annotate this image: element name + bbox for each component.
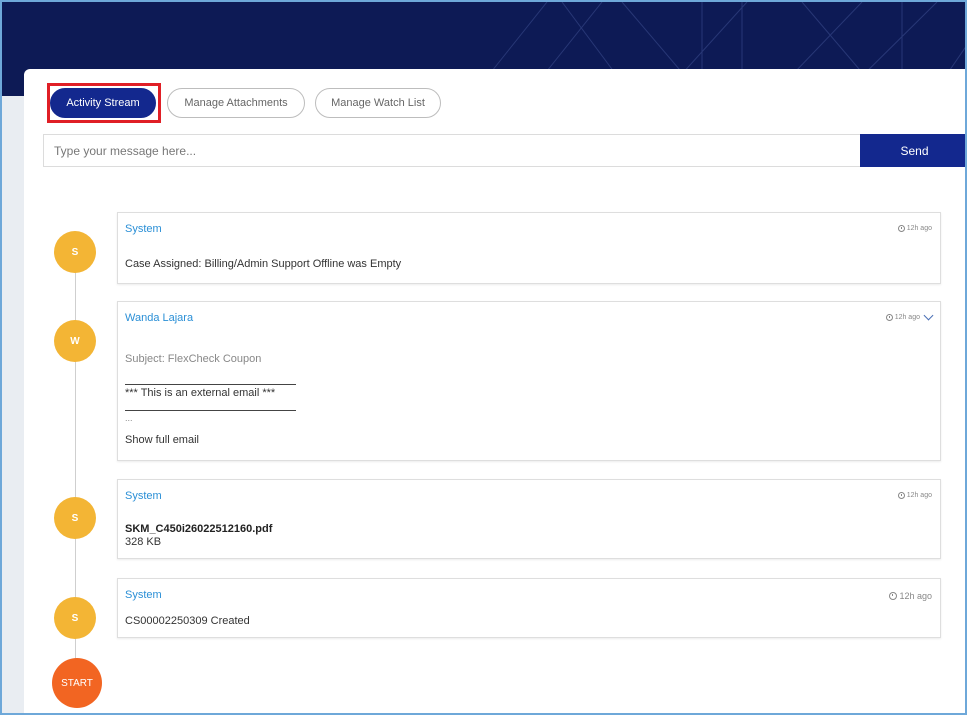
timestamp: 12h ago	[885, 310, 934, 321]
message-composer: Send	[43, 134, 965, 167]
clock-icon	[897, 225, 905, 232]
timestamp-text: 12h ago	[906, 225, 932, 232]
activity-text: CS00002250309 Created	[125, 615, 250, 627]
timestamp-text: 12h ago	[899, 591, 932, 601]
tab-manage-watch-list[interactable]: Manage Watch List	[315, 88, 441, 118]
external-email-notice: *** This is an external email ***	[125, 387, 276, 399]
email-ellipsis: ...	[125, 413, 133, 423]
activity-card: System 12h ago SKM_C450i26022512160.pdf …	[117, 479, 941, 559]
selection-highlight	[47, 83, 161, 123]
app-frame: Activity Stream Manage Attachments Manag…	[0, 0, 967, 715]
activity-card: System 12h ago Case Assigned: Billing/Ad…	[117, 212, 941, 284]
avatar: S	[54, 597, 96, 639]
author-link[interactable]: System	[125, 589, 162, 601]
avatar: W	[54, 320, 96, 362]
timestamp: 12h ago	[897, 225, 932, 232]
activity-text: Case Assigned: Billing/Admin Support Off…	[125, 258, 402, 270]
author-link[interactable]: Wanda Lajara	[125, 312, 193, 324]
timestamp-text: 12h ago	[906, 492, 932, 499]
avatar: S	[54, 497, 96, 539]
author-link[interactable]: System	[125, 223, 162, 235]
timeline-start-node: START	[52, 658, 102, 708]
email-subject: Subject: FlexCheck Coupon	[125, 353, 262, 365]
clock-icon	[885, 314, 893, 321]
activity-panel: Activity Stream Manage Attachments Manag…	[24, 69, 965, 713]
show-full-email-link[interactable]: Show full email	[125, 434, 199, 446]
avatar: S	[54, 231, 96, 273]
tab-manage-attachments[interactable]: Manage Attachments	[167, 88, 305, 118]
divider	[125, 384, 296, 385]
send-button[interactable]: Send	[860, 134, 965, 167]
attachment-file-name[interactable]: SKM_C450i26022512160.pdf	[125, 523, 272, 535]
message-input[interactable]	[44, 135, 860, 166]
attachment-file-size: 328 KB	[125, 536, 162, 548]
timestamp: 12h ago	[889, 591, 932, 601]
clock-icon	[889, 592, 898, 600]
activity-card: System 12h ago CS00002250309 Created	[117, 578, 941, 638]
activity-card: Wanda Lajara 12h ago Subject: FlexCheck …	[117, 301, 941, 461]
timestamp: 12h ago	[897, 492, 932, 499]
author-link[interactable]: System	[125, 490, 162, 502]
divider	[125, 410, 296, 411]
clock-icon	[897, 492, 905, 499]
timestamp-text: 12h ago	[894, 314, 920, 321]
chevron-down-icon[interactable]	[923, 310, 934, 321]
